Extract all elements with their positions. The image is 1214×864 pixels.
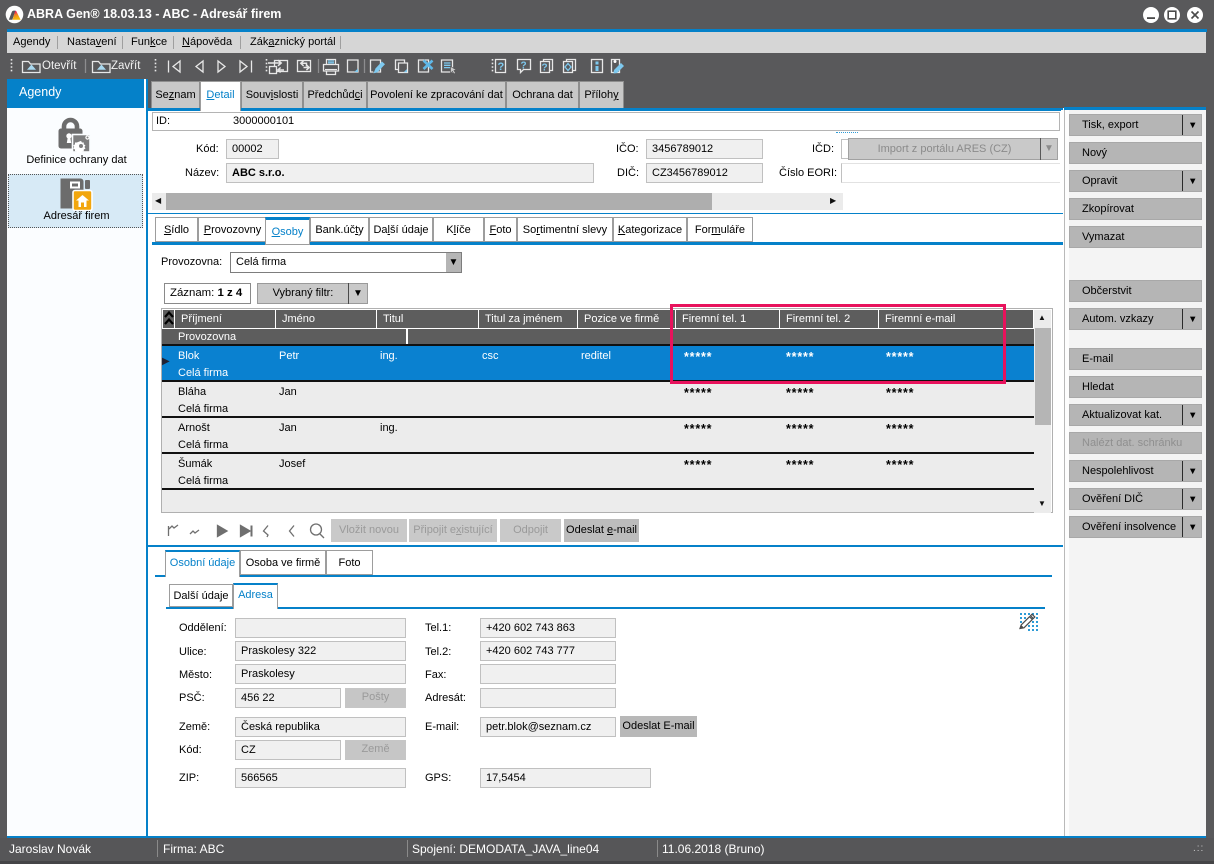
svg-text:?: ? bbox=[521, 61, 527, 72]
svg-text:?: ? bbox=[542, 63, 548, 74]
svg-text:?: ? bbox=[498, 61, 505, 73]
